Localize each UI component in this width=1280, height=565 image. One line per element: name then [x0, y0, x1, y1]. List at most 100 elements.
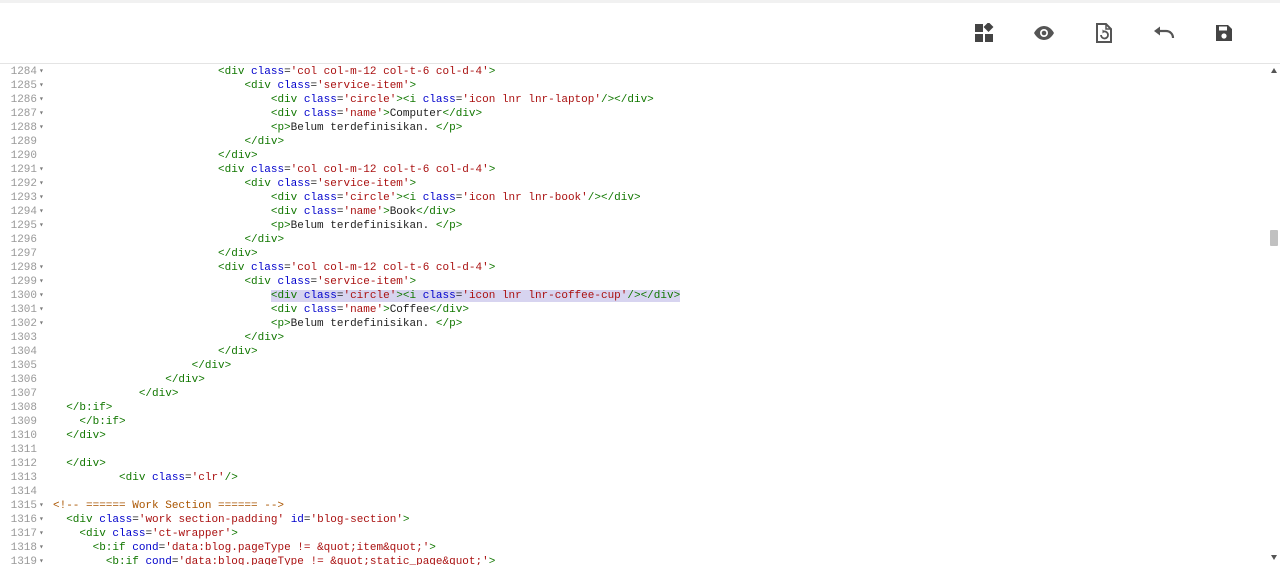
fold-toggle-icon[interactable]: ▾	[39, 219, 48, 233]
code-line[interactable]: 1295 ▾ <p>Belum terdefinisikan. </p>	[0, 219, 1268, 233]
line-number: 1303	[10, 332, 37, 344]
code-text: <div class='name'>Computer</div>	[53, 107, 482, 121]
fold-toggle-icon[interactable]: ▾	[39, 527, 48, 541]
scrollbar-thumb[interactable]	[1270, 230, 1278, 246]
code-line[interactable]: 1289 </div>	[0, 135, 1268, 149]
code-line[interactable]: 1294 ▾ <div class='name'>Book</div>	[0, 205, 1268, 219]
code-line[interactable]: 1288 ▾ <p>Belum terdefinisikan. </p>	[0, 121, 1268, 135]
fold-toggle-icon[interactable]: ▾	[39, 499, 48, 513]
save-button[interactable]	[1208, 17, 1240, 49]
scroll-up-arrow-icon[interactable]	[1271, 68, 1277, 73]
code-line[interactable]: 1285 ▾ <div class='service-item'>	[0, 79, 1268, 93]
code-line[interactable]: 1293 ▾ <div class='circle'><i class='icon…	[0, 191, 1268, 205]
code-line[interactable]: 1318 ▾ <b:if cond='data:blog.pageType != …	[0, 541, 1268, 555]
fold-toggle-icon[interactable]: ▾	[39, 121, 48, 135]
line-number: 1304	[10, 346, 37, 358]
code-line[interactable]: 1284 ▾ <div class='col col-m-12 col-t-6 c…	[0, 65, 1268, 79]
code-line[interactable]: 1299 ▾ <div class='service-item'>	[0, 275, 1268, 289]
line-number: 1300	[10, 290, 37, 302]
code-line[interactable]: 1304 </div>	[0, 345, 1268, 359]
fold-toggle-icon[interactable]: ▾	[39, 163, 48, 177]
code-line[interactable]: 1301 ▾ <div class='name'>Coffee</div>	[0, 303, 1268, 317]
fold-toggle-icon[interactable]: ▾	[39, 191, 48, 205]
code-token: class	[251, 262, 285, 274]
widgets-icon	[975, 23, 994, 42]
preview-button[interactable]	[1028, 17, 1060, 49]
fold-toggle-icon[interactable]: ▾	[39, 65, 48, 79]
code-line[interactable]: 1305 </div>	[0, 359, 1268, 373]
fold-toggle-icon[interactable]: ▾	[39, 317, 48, 331]
code-line[interactable]: 1316 ▾ <div class='work section-padding' …	[0, 513, 1268, 527]
fold-toggle-icon[interactable]: ▾	[39, 275, 48, 289]
code-line[interactable]: 1317 ▾ <div class='ct-wrapper'>	[0, 527, 1268, 541]
fold-toggle-icon[interactable]: ▾	[39, 205, 48, 219]
code-text: <div class='service-item'>	[53, 275, 416, 289]
code-line[interactable]: 1287 ▾ <div class='name'>Computer</div>	[0, 107, 1268, 121]
fold-toggle-icon[interactable]: ▾	[39, 93, 48, 107]
fold-toggle-icon[interactable]: ▾	[39, 513, 48, 527]
fold-toggle-icon[interactable]: ▾	[39, 261, 48, 275]
code-line[interactable]: 1315 ▾ <!-- ====== Work Section ====== -->	[0, 499, 1268, 513]
code-editor[interactable]: 1284 ▾ <div class='col col-m-12 col-t-6 c…	[0, 64, 1268, 565]
code-line[interactable]: 1313 <div class='clr'/>	[0, 471, 1268, 485]
code-token: 'data:blog.pageType != &quot;static_page…	[178, 556, 489, 565]
code-text: </div>	[53, 331, 284, 345]
code-line[interactable]: 1319 ▾ <b:if cond='data:blog.pageType != …	[0, 555, 1268, 565]
fold-toggle-icon[interactable]: ▾	[39, 555, 48, 565]
code-line[interactable]: 1310 </div>	[0, 429, 1268, 443]
code-token: <div	[79, 528, 106, 540]
code-token: Belum terdefinisikan.	[290, 122, 436, 134]
code-line[interactable]: 1292 ▾ <div class='service-item'>	[0, 177, 1268, 191]
undo-button[interactable]	[1148, 17, 1180, 49]
fold-toggle-icon[interactable]: ▾	[39, 289, 48, 303]
code-token: Belum terdefinisikan.	[290, 220, 436, 232]
code-text: <div class='col col-m-12 col-t-6 col-d-4…	[53, 65, 495, 79]
code-line[interactable]: 1308 </b:if>	[0, 401, 1268, 415]
code-line[interactable]: 1303 </div>	[0, 331, 1268, 345]
code-line[interactable]: 1302 ▾ <p>Belum terdefinisikan. </p>	[0, 317, 1268, 331]
code-line[interactable]: 1311	[0, 443, 1268, 457]
code-token: >	[402, 514, 410, 526]
code-line[interactable]: 1298 ▾ <div class='col col-m-12 col-t-6 c…	[0, 261, 1268, 275]
code-text: <div class='service-item'>	[53, 79, 416, 93]
code-token: class	[422, 290, 456, 302]
code-token: <div	[244, 178, 271, 190]
code-text: </div>	[53, 373, 205, 387]
scroll-down-arrow-icon[interactable]	[1271, 555, 1277, 560]
code-line[interactable]: 1307 </div>	[0, 387, 1268, 401]
code-text: </div>	[53, 345, 258, 359]
code-token: >	[409, 276, 417, 288]
revert-button[interactable]	[1088, 17, 1120, 49]
code-token: <div	[244, 80, 271, 92]
code-token: </div>	[218, 248, 258, 260]
vertical-scrollbar[interactable]	[1268, 64, 1280, 565]
code-line[interactable]: 1309 </b:if>	[0, 415, 1268, 429]
code-line[interactable]: 1297 </div>	[0, 247, 1268, 261]
code-line[interactable]: 1286 ▾ <div class='circle'><i class='icon…	[0, 93, 1268, 107]
fold-toggle-icon[interactable]: ▾	[39, 303, 48, 317]
code-line[interactable]: 1314	[0, 485, 1268, 499]
layout-widgets-button[interactable]	[968, 17, 1000, 49]
code-line[interactable]: 1306 </div>	[0, 373, 1268, 387]
line-number: 1312	[10, 458, 37, 470]
code-token: </div>	[244, 332, 285, 344]
line-number: 1313	[10, 472, 37, 484]
code-line[interactable]: 1300 ▾ <div class='circle'><i class='icon…	[0, 289, 1268, 303]
code-line[interactable]: 1296 </div>	[0, 233, 1268, 247]
code-line[interactable]: 1312 </div>	[0, 457, 1268, 471]
code-token: <div	[218, 66, 245, 78]
fold-toggle-icon[interactable]: ▾	[39, 79, 48, 93]
line-number: 1288	[10, 122, 37, 134]
code-line[interactable]: 1291 ▾ <div class='col col-m-12 col-t-6 c…	[0, 163, 1268, 177]
fold-toggle-icon[interactable]: ▾	[39, 177, 48, 191]
fold-toggle-icon[interactable]: ▾	[39, 541, 48, 555]
code-line[interactable]: 1290 </div>	[0, 149, 1268, 163]
fold-toggle-icon[interactable]: ▾	[39, 107, 48, 121]
line-number: 1285	[10, 80, 37, 92]
